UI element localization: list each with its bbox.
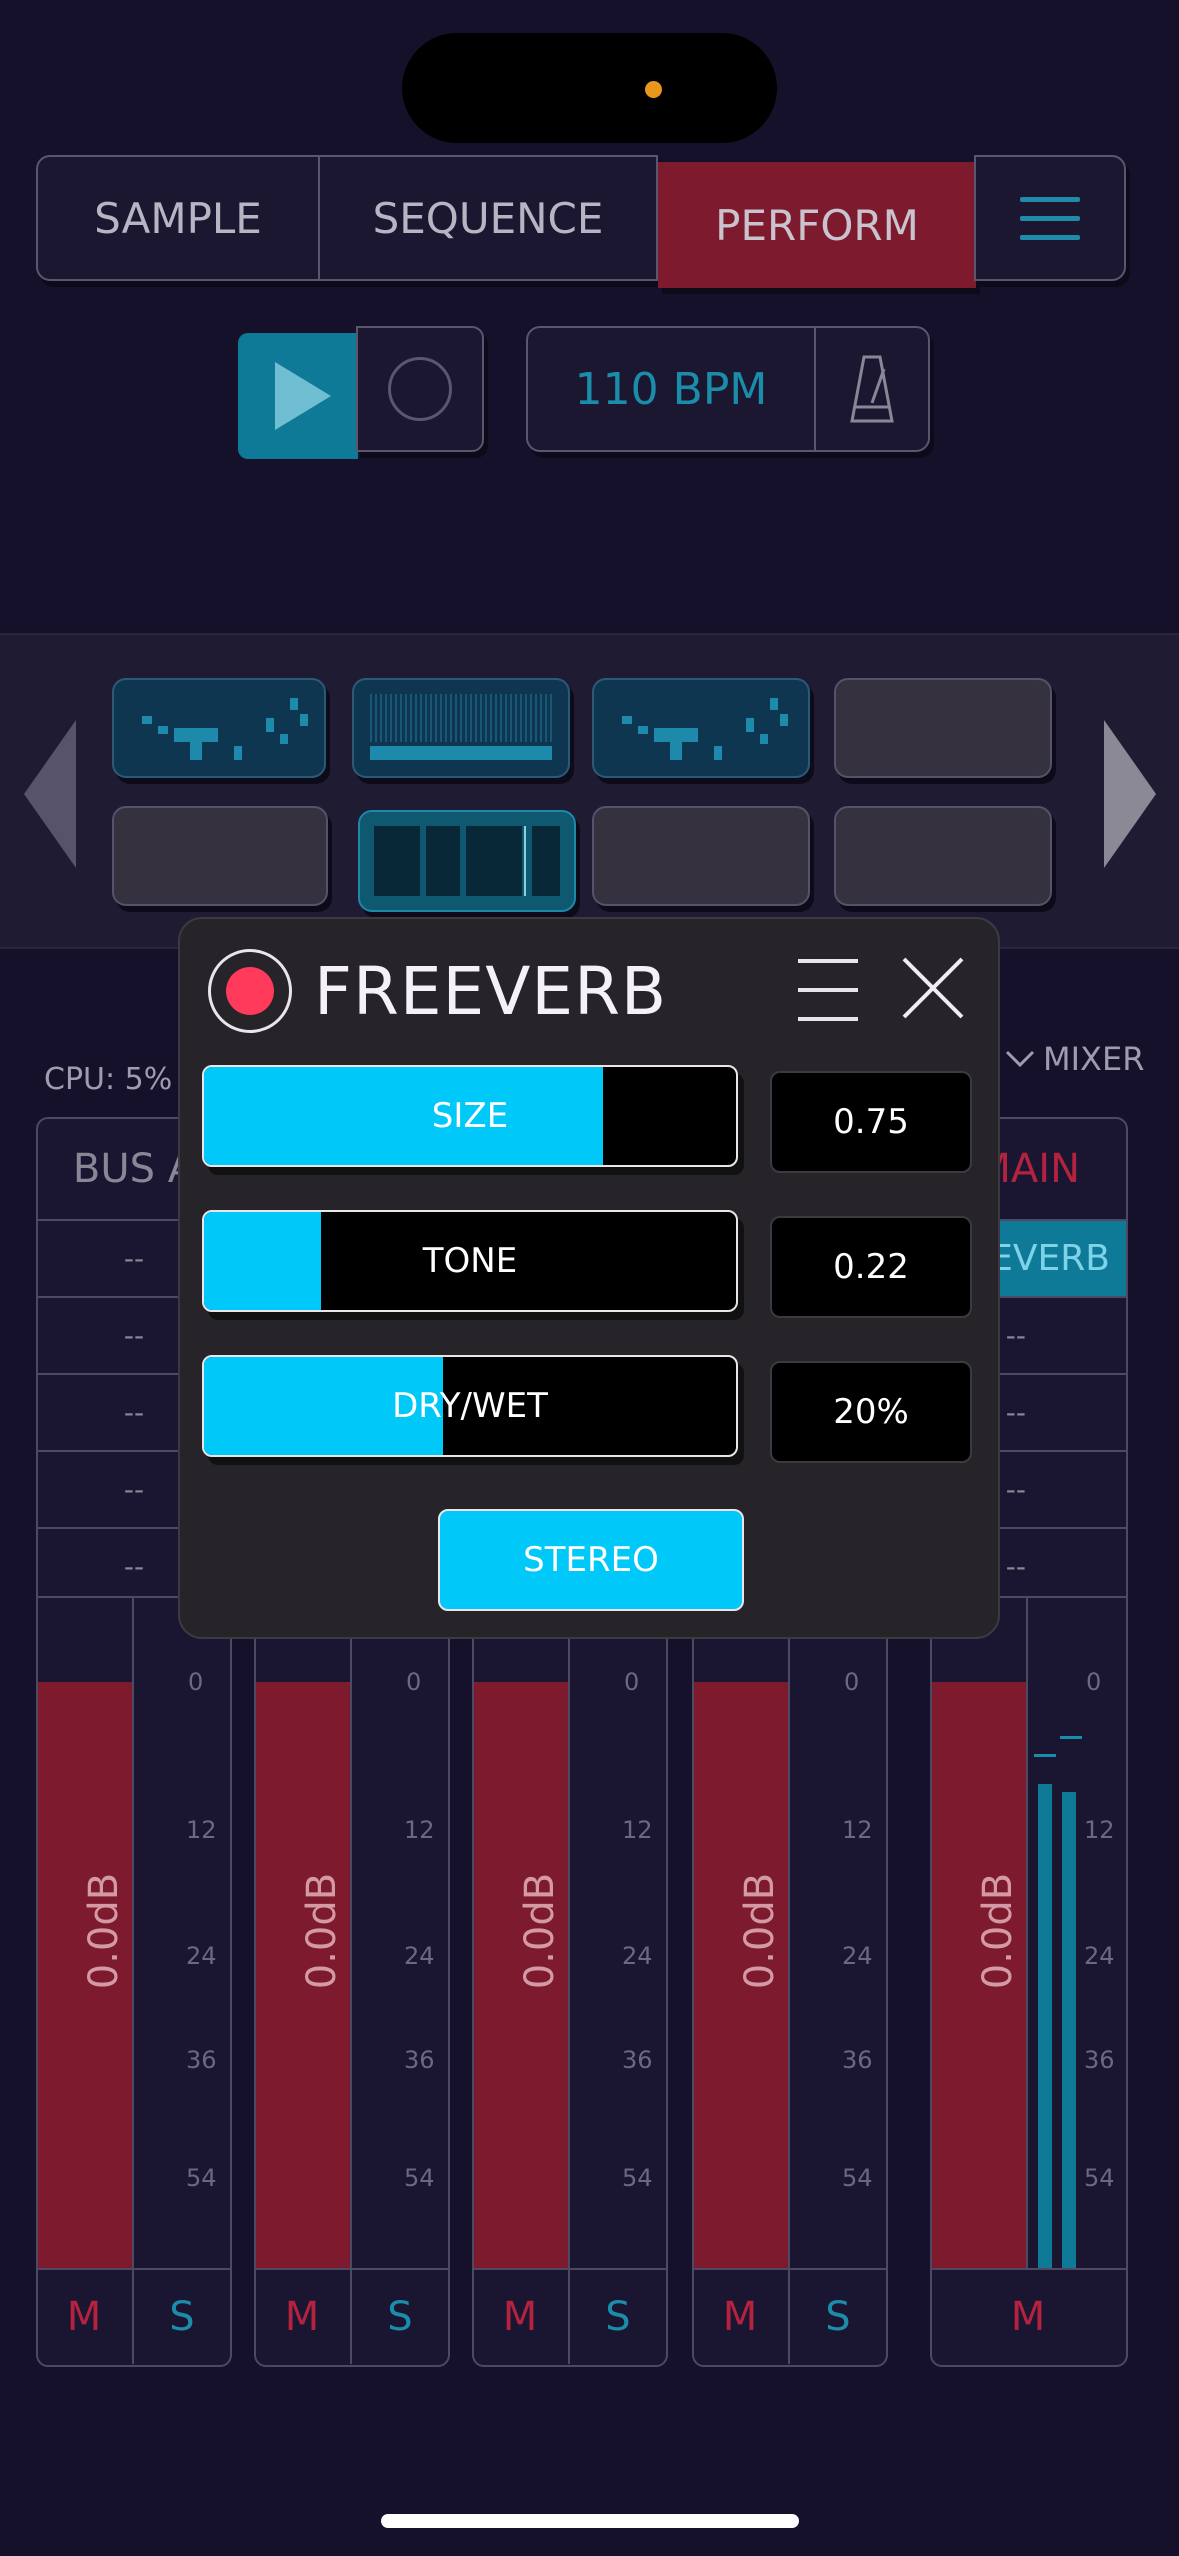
meter-scale-label: 54 [404, 2164, 435, 2192]
pattern-pad-7[interactable] [592, 806, 810, 906]
fader-area: 0.0dB 0 12 24 36 54 [254, 1596, 450, 2268]
metronome-button[interactable] [814, 326, 930, 452]
pattern-pad-8[interactable] [834, 806, 1052, 906]
gain-label: 0.0dB [517, 1872, 564, 1990]
meter-scale-label: 24 [404, 1942, 435, 1970]
tab-perform[interactable]: PERFORM [658, 162, 976, 288]
size-slider[interactable]: SIZE [202, 1065, 738, 1167]
fader-area: 0.0dB 0 12 24 36 54 [36, 1596, 232, 2268]
mute-button[interactable]: M [692, 2270, 788, 2364]
mute-solo-row: M S [254, 2268, 450, 2364]
meter-scale-label: 12 [186, 1816, 217, 1844]
freeverb-effect-popup: FREEVERB SIZE 0.75 TONE 0.22 DRY/WET 20%… [178, 917, 1000, 1639]
mute-button[interactable]: M [472, 2270, 568, 2364]
gain-label: 0.0dB [737, 1872, 784, 1990]
mute-button[interactable]: M [36, 2270, 132, 2364]
meter-scale-label: 0 [406, 1668, 422, 1696]
dry-wet-value: 20% [770, 1361, 972, 1463]
mixer-toggle-label: MIXER [1043, 1040, 1145, 1078]
meter-scale-label: 36 [622, 2046, 653, 2074]
pattern-pad-2[interactable] [352, 678, 570, 778]
effect-menu-button[interactable] [798, 959, 858, 1021]
pattern-pad-6-selected[interactable] [358, 810, 576, 912]
mute-button[interactable]: M [254, 2270, 350, 2364]
close-button[interactable] [898, 953, 968, 1023]
meter-scale-label: 36 [842, 2046, 873, 2074]
gain-label: 0.0dB [975, 1872, 1022, 1990]
privacy-indicator-dot [645, 81, 662, 98]
size-value: 0.75 [770, 1071, 972, 1173]
meter-scale-label: 24 [186, 1942, 217, 1970]
tone-slider[interactable]: TONE [202, 1210, 738, 1312]
tab-sequence[interactable]: SEQUENCE [318, 155, 658, 281]
chevron-down-icon [1005, 1050, 1035, 1068]
close-icon [902, 957, 964, 1019]
mute-button[interactable]: M [930, 2270, 1126, 2364]
meter-scale-label: 12 [842, 1816, 873, 1844]
solo-button[interactable]: S [790, 2270, 886, 2364]
home-indicator[interactable] [381, 2514, 799, 2528]
gain-label: 0.0dB [81, 1872, 128, 1990]
previous-bank-arrow-icon[interactable] [24, 720, 76, 868]
next-bank-arrow-icon[interactable] [1104, 720, 1156, 868]
slider-label: DRY/WET [392, 1386, 548, 1426]
mute-solo-row: M S [36, 2268, 232, 2364]
meter-scale-label: 36 [1084, 2046, 1115, 2074]
peak-hold-right [1060, 1736, 1082, 1739]
pattern-pad-3[interactable] [592, 678, 810, 778]
meter-scale-label: 36 [186, 2046, 217, 2074]
solo-button[interactable]: S [352, 2270, 448, 2364]
effect-title: FREEVERB [314, 952, 668, 1030]
play-button[interactable] [238, 333, 358, 459]
meter-scale-label: 36 [404, 2046, 435, 2074]
level-meter-left [1038, 1784, 1052, 2268]
mute-solo-row: M S [692, 2268, 888, 2364]
slider-label: SIZE [431, 1096, 509, 1136]
pattern-pad-4[interactable] [834, 678, 1052, 778]
solo-button[interactable]: S [570, 2270, 666, 2364]
record-icon [388, 357, 452, 421]
tab-sample[interactable]: SAMPLE [36, 155, 320, 281]
meter-scale-label: 0 [844, 1668, 860, 1696]
pattern-pad-1[interactable] [112, 678, 326, 778]
metronome-icon [850, 355, 894, 423]
mixer-toggle[interactable]: MIXER [1005, 1040, 1144, 1078]
meter-scale-label: 0 [624, 1668, 640, 1696]
meter-scale-label: 0 [1086, 1668, 1102, 1696]
solo-button[interactable]: S [134, 2270, 230, 2364]
hamburger-icon [1020, 196, 1080, 240]
fader-area: 0.0dB 0 12 24 36 54 [930, 1596, 1128, 2268]
power-indicator-icon [226, 967, 274, 1015]
mute-solo-row: M S [472, 2268, 668, 2364]
cpu-usage-label: CPU: 5% [44, 1062, 173, 1097]
meter-scale-label: 12 [1084, 1816, 1115, 1844]
meter-scale-label: 24 [842, 1942, 873, 1970]
tone-value: 0.22 [770, 1216, 972, 1318]
level-meter-right [1062, 1792, 1076, 2268]
main-menu-button[interactable] [974, 155, 1126, 281]
meter-scale-label: 54 [622, 2164, 653, 2192]
meter-scale-label: 12 [622, 1816, 653, 1844]
meter-scale-label: 12 [404, 1816, 435, 1844]
dynamic-island [402, 33, 777, 143]
meter-scale-label: 54 [842, 2164, 873, 2192]
pattern-pad-5[interactable] [112, 806, 328, 906]
effect-enable-toggle[interactable] [208, 949, 292, 1033]
stereo-toggle-button[interactable]: STEREO [438, 1509, 744, 1611]
meter-scale-label: 54 [1084, 2164, 1115, 2192]
mute-row: M [930, 2268, 1128, 2364]
dry-wet-slider[interactable]: DRY/WET [202, 1355, 738, 1457]
gain-label: 0.0dB [299, 1872, 346, 1990]
fader-area: 0.0dB 0 12 24 36 54 [692, 1596, 888, 2268]
meter-scale-label: 54 [186, 2164, 217, 2192]
record-button[interactable] [356, 326, 484, 452]
slider-label: TONE [422, 1241, 518, 1281]
peak-hold-left [1034, 1754, 1056, 1757]
meter-scale-label: 24 [1084, 1942, 1115, 1970]
fader-area: 0.0dB 0 12 24 36 54 [472, 1596, 668, 2268]
tempo-display[interactable]: 110 BPM [526, 326, 816, 452]
play-icon [275, 362, 331, 430]
meter-scale-label: 24 [622, 1942, 653, 1970]
meter-scale-label: 0 [188, 1668, 204, 1696]
